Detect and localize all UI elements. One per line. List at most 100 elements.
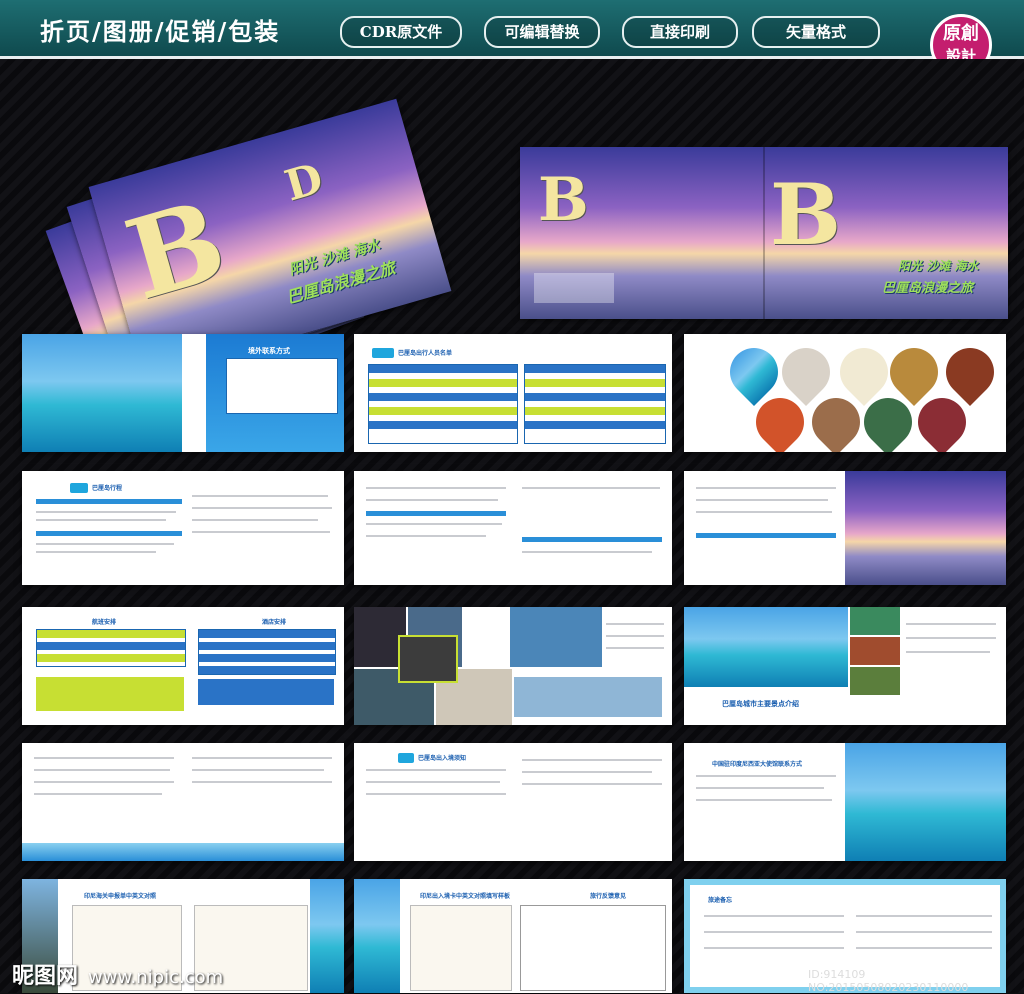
text-line [696,499,828,501]
spread-embassy: 中国驻印度尼西亚大使馆联系方式 [684,743,1006,861]
itinerary-title: 巴厘岛行程 [92,485,123,492]
shore-photo [310,879,344,993]
top-banner: 折页/图册/促销/包装 CDR原文件 可编辑替换 直接印刷 矢量格式 原創 設計 [0,0,1024,76]
watermark-url: www.nipic.com [88,967,224,988]
itinerary-bar-3 [366,511,506,516]
text-line [192,757,332,759]
banner-title: 折页/图册/促销/包装 [40,17,281,46]
badge-line-1: 原創 [943,23,979,44]
text-line [696,775,836,777]
text-line [366,499,498,501]
note-line [704,947,844,949]
arrival-card-title: 印尼海关申报单中英文对照 [84,893,157,900]
attractions-title: 巴厘岛城市主要景点介绍 [722,700,799,708]
spread-traveler-list: 巴厘岛出行人员名单 [354,334,672,452]
sunset-pier-photo [845,471,1006,585]
traveler-list-title: 巴厘岛出行人员名单 [398,350,453,357]
text-line [34,781,174,783]
embassy-title: 中国驻印度尼西亚大使馆联系方式 [712,761,803,768]
spread-slogan-2: 巴厘岛浪漫之旅 [882,281,974,296]
hotel-title: 酒店安排 [262,619,287,626]
text-line [522,487,660,489]
island-photo [22,334,182,452]
brochure-showcase: B D 阳光 沙滩 海水 巴厘岛浪漫之旅 B B 阳光 沙滩 海水 巴厘岛浪漫之… [0,59,1024,993]
spread-itinerary-3 [684,471,1006,585]
text-line [906,623,996,625]
tag-cdr-source: CDR原文件 [340,16,462,48]
contacts-table [226,358,338,414]
text-line [522,771,652,773]
entry-card-title: 印尼出入境卡中英文对照填写样板 [420,893,511,900]
traveler-table-left [368,364,518,444]
flight-footer-bar [36,677,184,711]
feedback-form [520,905,666,991]
hotel-logo-badge [398,635,458,683]
footer-band [22,843,344,861]
text-line [366,535,486,537]
spread-contacts: 境外联系方式 [22,334,344,452]
text-line [606,635,664,637]
text-line [192,531,330,533]
flight-table [36,629,186,667]
spread-entry-notes: 巴厘岛出入境须知 [354,743,672,861]
temple-photo-1 [850,607,900,635]
traveler-table-right [524,364,666,444]
text-line [192,781,332,783]
itinerary-bar-4 [522,537,662,542]
notes-title: 旅途备忘 [708,897,733,904]
contacts-title: 境外联系方式 [248,347,290,355]
temple-photo-3 [850,667,900,695]
logo-bar [398,753,414,763]
text-line [366,523,502,525]
text-line [36,551,156,553]
note-line [704,915,844,917]
text-line [366,781,500,783]
tag-vector-format: 矢量格式 [752,16,880,48]
note-line [856,931,992,933]
spread-label-box [534,273,614,303]
spread-monogram-left: B [538,165,589,235]
text-line [606,647,664,649]
note-line [856,947,992,949]
entry-card-form [410,905,512,991]
text-line [192,769,324,771]
hotel-photo-5 [510,607,602,667]
note-line [704,931,844,933]
text-line [696,799,832,801]
lagoon-photo [684,607,848,687]
hotel-footer-bar [198,679,334,705]
spread-monogram-right: B [770,165,841,264]
text-line [906,637,996,639]
itinerary-bar-1 [36,499,182,504]
text-line [906,651,990,653]
tag-direct-print: 直接印刷 [622,16,738,48]
text-line [192,519,318,521]
temple-photo-2 [850,637,900,665]
photo-drop-5 [936,338,1004,406]
tag-editable: 可编辑替换 [484,16,600,48]
text-line [522,759,662,761]
watermark-id: ID:914109 NO:20150508020230110000 [808,968,969,994]
logo-bar [372,348,394,358]
cover-monogram-d: D [279,153,329,211]
flight-title: 航班安排 [92,619,117,626]
text-line [34,769,170,771]
spread-itinerary-2 [354,471,672,585]
watermark-site: 昵图网 www.nipic.com [12,958,223,990]
itinerary-bar-5 [696,533,836,538]
feedback-title: 旅行反馈意见 [590,893,627,900]
text-line [522,551,652,553]
spread-attractions: 巴厘岛城市主要景点介绍 [684,607,1006,725]
text-line [36,519,166,521]
watermark-site-name: 昵图网 [12,963,79,989]
spread-entry-card: 印尼出入境卡中英文对照填写样板 旅行反馈意见 [354,879,672,993]
text-line [696,511,832,513]
entry-title: 巴厘岛出入境须知 [418,755,467,762]
photo-drop-1 [720,338,788,406]
spread-slogan-1: 阳光 沙滩 海水 [898,259,979,273]
spread-flight-hotel: 航班安排 酒店安排 [22,607,344,725]
photo-drop-4 [880,338,948,406]
spread-hotel-photos [354,607,672,725]
beach-photo [845,743,1006,861]
text-line [192,507,332,509]
